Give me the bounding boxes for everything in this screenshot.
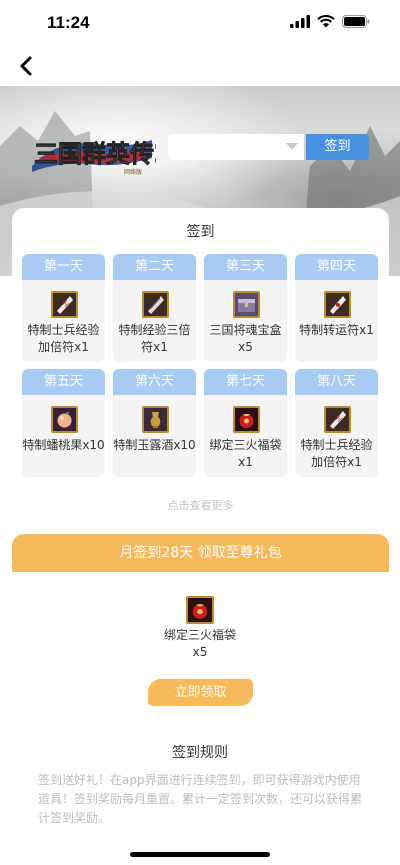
chevron-down-icon <box>286 143 298 150</box>
monthly-banner: 月签到28天 领取至尊礼包 <box>12 534 389 572</box>
day-label: 第四天 <box>295 254 378 280</box>
day-reward-name: 特制士兵经验加倍符x1 <box>27 323 100 354</box>
status-icons <box>290 15 370 28</box>
nav-bar <box>0 46 400 86</box>
scroll-icon <box>324 291 351 318</box>
bag-icon <box>186 596 214 624</box>
day-card[interactable]: 第二天 特制经验三倍符x1 <box>113 254 196 362</box>
day-reward-name: 三国将魂宝盒x5 <box>209 323 282 354</box>
monthly-reward-title: 绑定三火福袋 <box>163 628 236 642</box>
claim-button[interactable]: 立即领取 <box>148 679 253 706</box>
day-reward-name: 特制蟠桃果x10 <box>22 438 105 452</box>
day-reward-name: 特制士兵经验加倍符x1 <box>300 438 373 469</box>
signin-button[interactable]: 签到 <box>306 134 369 160</box>
day-label: 第八天 <box>295 369 378 395</box>
scroll-icon: 士 <box>51 291 78 318</box>
day-card[interactable]: 第五天 特制蟠桃果x10 <box>22 369 105 477</box>
monthly-reward-qty: x5 <box>192 645 208 659</box>
svg-text:三国群英传2: 三国群英传2 <box>34 139 156 168</box>
server-select[interactable] <box>168 134 304 160</box>
day-reward-name: 特制经验三倍符x1 <box>118 323 191 354</box>
monthly-reward-name: 绑定三火福袋 x5 <box>100 627 300 661</box>
wine-icon <box>142 406 169 433</box>
day-card[interactable]: 第三天 三国将魂宝盒x5 <box>204 254 287 362</box>
day-reward-name: 绑定三火福袋x1 <box>209 438 282 469</box>
signal-icon <box>290 15 310 28</box>
wifi-icon <box>317 15 335 28</box>
day-label: 第二天 <box>113 254 196 280</box>
scroll-icon <box>142 291 169 318</box>
scroll-icon: 士 <box>324 406 351 433</box>
status-time: 11:24 <box>47 13 90 32</box>
peach-icon <box>51 406 78 433</box>
back-button[interactable] <box>12 52 40 80</box>
view-more-link[interactable]: 点击查看更多 <box>12 497 389 513</box>
box-icon <box>233 291 260 318</box>
status-bar: 11:24 <box>0 0 400 46</box>
chevron-left-icon <box>20 56 32 76</box>
day-card[interactable]: 第七天 绑定三火福袋x1 <box>204 369 287 477</box>
rules-title: 签到规则 <box>172 745 228 761</box>
bag-icon <box>233 406 260 433</box>
signin-title: 签到 <box>186 224 215 240</box>
day-reward-name: 特制转运符x1 <box>299 323 374 337</box>
game-logo: 三国群英传2 网络版 <box>28 128 171 178</box>
day-label: 第七天 <box>204 369 287 395</box>
day-label: 第三天 <box>204 254 287 280</box>
day-label: 第一天 <box>22 254 105 280</box>
day-label: 第六天 <box>113 369 196 395</box>
battery-icon <box>342 15 370 28</box>
day-reward-name: 特制玉露酒x10 <box>113 438 196 452</box>
day-card[interactable]: 第八天 士 特制士兵经验加倍符x1 <box>295 369 378 477</box>
day-card[interactable]: 第四天 特制转运符x1 <box>295 254 378 362</box>
signin-card: 签到 第一天 士 特制士兵经验加倍符x1 第二天 特制经验三倍符x1 第三天 三… <box>12 208 389 528</box>
home-indicator <box>130 852 270 857</box>
rules-text: 签到送好礼！在app界面进行连续签到，即可获得游戏内使用道具！签到奖励每月重置。… <box>38 773 363 825</box>
day-label: 第五天 <box>22 369 105 395</box>
svg-text:网络版: 网络版 <box>124 168 142 176</box>
day-card[interactable]: 第一天 士 特制士兵经验加倍符x1 <box>22 254 105 362</box>
day-card[interactable]: 第六天 特制玉露酒x10 <box>113 369 196 477</box>
